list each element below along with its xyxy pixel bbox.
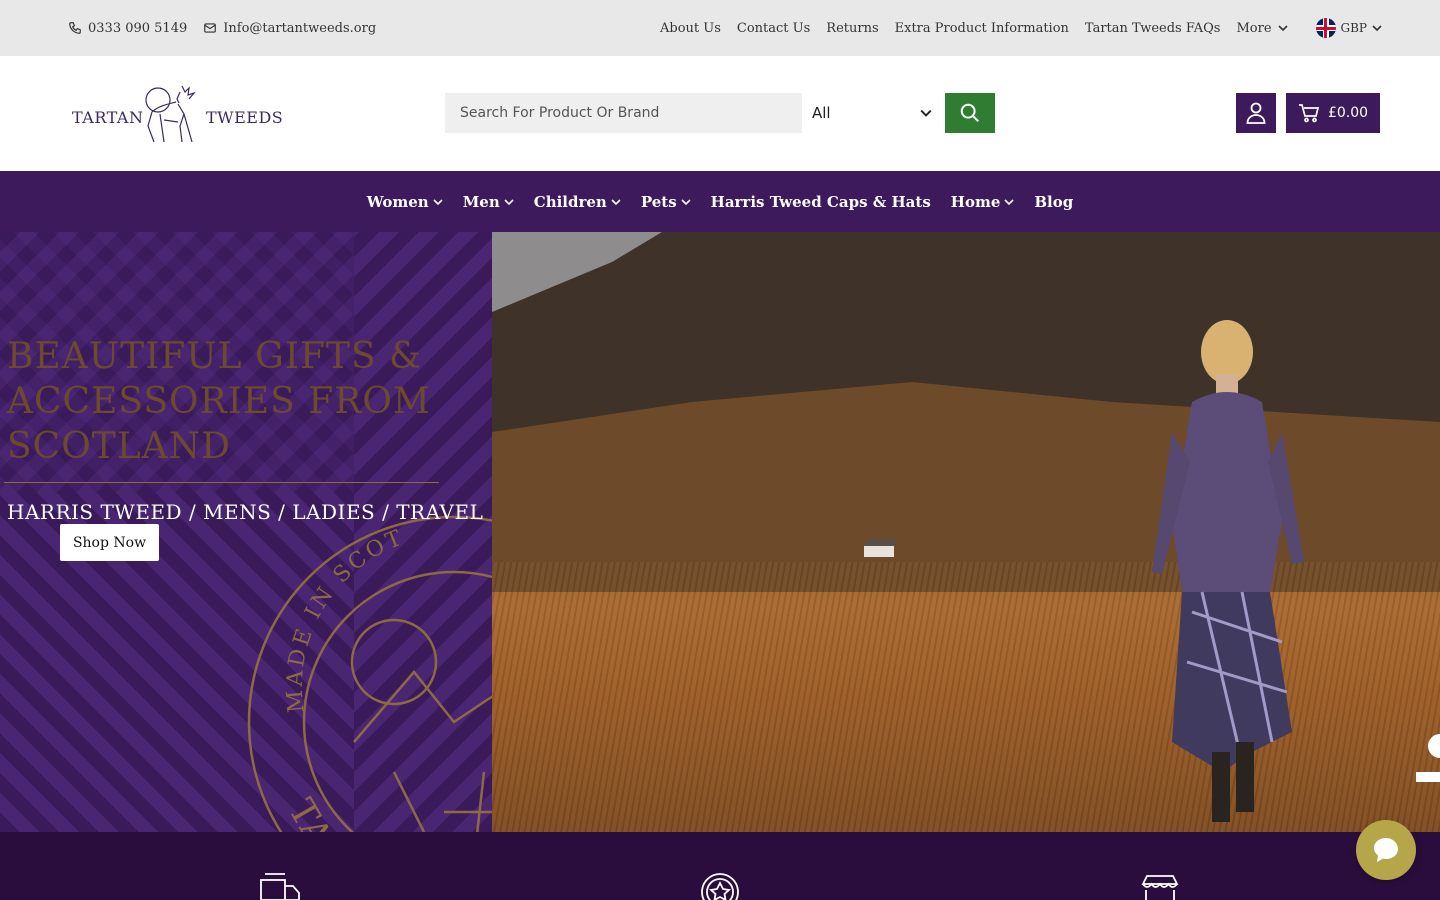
phone-link[interactable]: 0333 090 5149 — [68, 21, 187, 36]
hero-banner[interactable]: MADE IN SCOT TA BEAUTIFUL GIFTS & ACCESS… — [0, 232, 1440, 832]
delivery-truck-icon — [260, 873, 300, 900]
hero-divider — [4, 482, 439, 483]
nav-item-label: Blog — [1034, 192, 1074, 211]
cart-icon — [1298, 104, 1320, 123]
hero-text-panel: MADE IN SCOT TA BEAUTIFUL GIFTS & ACCESS… — [0, 232, 492, 832]
nav-item-label: Men — [462, 192, 500, 211]
phone-number: 0333 090 5149 — [88, 20, 188, 36]
nav-item-home[interactable]: Home — [951, 193, 1015, 211]
chevron-down-icon — [681, 198, 691, 205]
nav-item-label: Home — [950, 192, 1001, 211]
chevron-down-icon — [1004, 198, 1014, 205]
email-link[interactable]: Info@tartantweeds.org — [203, 21, 376, 36]
hero-subtitle: HARRIS TWEED / MENS / LADIES / TRAVEL — [7, 500, 484, 524]
hero-title-line: BEAUTIFUL GIFTS & — [7, 336, 423, 377]
chat-bubble-icon — [1374, 838, 1398, 862]
top-links: About Us Contact Us Returns Extra Produc… — [660, 0, 1382, 56]
chevron-down-icon — [1372, 25, 1382, 32]
made-in-scotland-seal: MADE IN SCOT TA — [247, 515, 492, 832]
site-logo[interactable]: TARTAN TWEEDS — [72, 80, 283, 146]
nav-item-label: Children — [533, 192, 607, 211]
category-selected-value: All — [812, 104, 831, 122]
logo-word-right: TWEEDS — [206, 108, 284, 127]
account-button[interactable] — [1236, 93, 1276, 133]
hero-title: BEAUTIFUL GIFTS & ACCESSORIES FROM SCOTL… — [7, 334, 447, 469]
uk-flag-icon — [1315, 18, 1336, 38]
top-utility-bar: 0333 090 5149 Info@tartantweeds.org Abou… — [0, 0, 1440, 56]
more-label: More — [1236, 20, 1272, 36]
cart-button[interactable]: £0.00 — [1286, 93, 1380, 133]
link-extra-product-info[interactable]: Extra Product Information — [895, 21, 1069, 36]
contact-info: 0333 090 5149 Info@tartantweeds.org — [68, 0, 376, 56]
hero-photo — [492, 232, 1440, 832]
search-icon — [960, 103, 979, 122]
phone-icon — [69, 22, 81, 34]
nav-item-women[interactable]: Women — [367, 193, 443, 211]
cottage-image — [862, 539, 898, 557]
chevron-down-icon — [611, 198, 621, 205]
main-nav: Women Men Children Pets Harris Tweed Cap… — [0, 171, 1440, 232]
currency-code: GBP — [1340, 21, 1367, 35]
nav-item-caps-hats[interactable]: Harris Tweed Caps & Hats — [711, 193, 931, 211]
stag-logo-icon — [145, 85, 196, 143]
category-select[interactable]: All — [802, 93, 942, 133]
hero-title-line: SCOTLAND — [7, 426, 231, 467]
currency-selector[interactable]: GBP — [1315, 18, 1382, 38]
chevron-down-icon — [433, 198, 443, 205]
store-front-icon — [1141, 875, 1179, 900]
user-icon — [1246, 102, 1266, 124]
nav-item-blog[interactable]: Blog — [1034, 193, 1073, 211]
nav-item-children[interactable]: Children — [534, 193, 621, 211]
logo-word-left: TARTAN — [72, 108, 144, 127]
site-header: TARTAN TWEEDS All £0.00 — [0, 56, 1440, 171]
chevron-down-icon — [1277, 25, 1288, 32]
nav-item-label: Harris Tweed Caps & Hats — [710, 192, 931, 211]
search-input[interactable] — [445, 93, 802, 133]
nav-item-label: Women — [366, 192, 429, 211]
chevron-down-icon — [920, 109, 932, 117]
model-woman-image — [1152, 320, 1304, 822]
nav-item-men[interactable]: Men — [463, 193, 514, 211]
nav-item-pets[interactable]: Pets — [641, 193, 691, 211]
more-menu[interactable]: More — [1236, 20, 1288, 36]
features-band — [0, 832, 1440, 900]
mail-icon — [204, 23, 217, 33]
chevron-down-icon — [504, 198, 514, 205]
link-returns[interactable]: Returns — [826, 21, 878, 36]
shop-now-button[interactable]: Shop Now — [60, 524, 159, 561]
link-faqs[interactable]: Tartan Tweeds FAQs — [1085, 21, 1221, 36]
email-address: Info@tartantweeds.org — [223, 20, 377, 36]
seal-bottom-text: TA — [280, 792, 340, 832]
link-about-us[interactable]: About Us — [660, 21, 721, 36]
nav-item-label: Pets — [640, 192, 677, 211]
cart-total: £0.00 — [1327, 105, 1369, 121]
chat-widget-button[interactable] — [1356, 820, 1416, 880]
star-badge-icon — [701, 873, 739, 900]
search-button[interactable] — [945, 93, 995, 133]
link-contact-us[interactable]: Contact Us — [737, 21, 810, 36]
hero-title-line: ACCESSORIES FROM — [7, 381, 431, 422]
partial-badge-icon — [1416, 734, 1440, 782]
